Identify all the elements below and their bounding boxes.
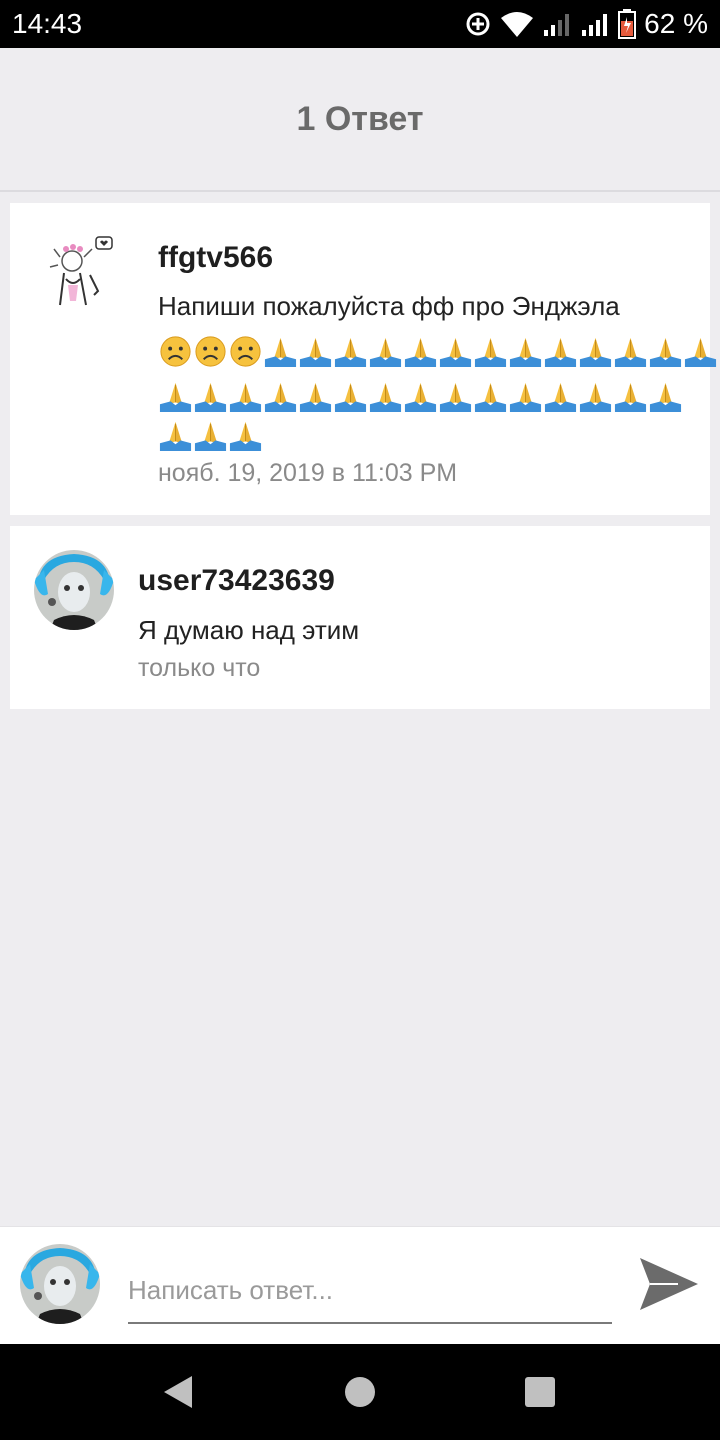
frowning-face-icon [195, 336, 226, 367]
status-icons: 62 % [464, 6, 708, 42]
status-time: 14:43 [12, 8, 83, 39]
folded-hands-icon [474, 382, 507, 413]
folded-hands-icon [544, 337, 577, 368]
frowning-face-icon [160, 336, 191, 367]
wifi-icon [501, 12, 534, 37]
emoji-row [158, 379, 683, 414]
folded-hands-icon [474, 337, 507, 368]
folded-hands-icon [579, 382, 612, 413]
recents-square-icon [525, 1377, 555, 1407]
home-circle-icon [345, 1377, 375, 1407]
folded-hands-icon [299, 382, 332, 413]
anime-character-avatar [40, 235, 120, 315]
page-title: 1 Ответ [296, 99, 424, 138]
battery-percent: 62 % [644, 8, 708, 39]
folded-hands-icon [264, 337, 297, 368]
folded-hands-icon [334, 382, 367, 413]
comment-text: Напиши пожалуйста фф про Энджэла [158, 291, 620, 321]
reply-timestamp: только что [138, 654, 261, 682]
folded-hands-icon [649, 382, 682, 413]
emoji-row [158, 334, 718, 369]
folded-hands-icon [299, 337, 332, 368]
folded-hands-icon [194, 421, 227, 452]
signal-icon-2 [582, 14, 608, 36]
folded-hands-icon [229, 421, 262, 452]
original-comment-card: ffgtv566 Напиши пожалуйста фф про Энджэл… [10, 203, 717, 515]
reply-avatar[interactable] [34, 550, 114, 630]
folded-hands-icon [264, 382, 297, 413]
send-button[interactable] [638, 1254, 700, 1314]
folded-hands-icon [614, 337, 647, 368]
blue-hair-character-avatar [34, 550, 114, 630]
send-icon [640, 1258, 698, 1310]
folded-hands-icon [439, 382, 472, 413]
back-triangle-icon [164, 1376, 192, 1408]
folded-hands-icon [369, 382, 402, 413]
reply-card: user73423639 Я думаю над этим только что [10, 526, 710, 709]
emoji-row [158, 418, 263, 453]
app-header: 1 Ответ [0, 48, 720, 192]
folded-hands-icon [159, 421, 192, 452]
folded-hands-icon [404, 382, 437, 413]
reply-text: Я думаю над этим [138, 615, 360, 645]
folded-hands-icon [334, 337, 367, 368]
battery-icon [618, 9, 637, 39]
folded-hands-icon [229, 382, 262, 413]
avatar[interactable] [40, 235, 120, 315]
reply-input[interactable] [128, 1258, 612, 1324]
signal-icon-1 [544, 14, 570, 36]
folded-hands-icon [579, 337, 612, 368]
comment-timestamp: нояб. 19, 2019 в 11:03 PM [158, 459, 458, 487]
current-user-avatar [20, 1244, 100, 1324]
folded-hands-icon [649, 337, 682, 368]
folded-hands-icon [684, 337, 717, 368]
folded-hands-icon [509, 382, 542, 413]
home-button[interactable] [342, 1374, 378, 1410]
folded-hands-icon [404, 337, 437, 368]
folded-hands-icon [159, 382, 192, 413]
blue-hair-character-avatar [20, 1244, 100, 1324]
comment-username[interactable]: ffgtv566 [158, 241, 273, 275]
navigation-bar [0, 1344, 720, 1440]
data-saver-icon [466, 12, 490, 36]
folded-hands-icon [509, 337, 542, 368]
frowning-face-icon [230, 336, 261, 367]
recents-button[interactable] [522, 1374, 558, 1410]
folded-hands-icon [544, 382, 577, 413]
status-bar: 14:43 62 % [0, 0, 720, 48]
reply-username[interactable]: user73423639 [138, 564, 335, 598]
folded-hands-icon [614, 382, 647, 413]
folded-hands-icon [439, 337, 472, 368]
back-button[interactable] [160, 1374, 196, 1410]
folded-hands-icon [369, 337, 402, 368]
folded-hands-icon [194, 382, 227, 413]
